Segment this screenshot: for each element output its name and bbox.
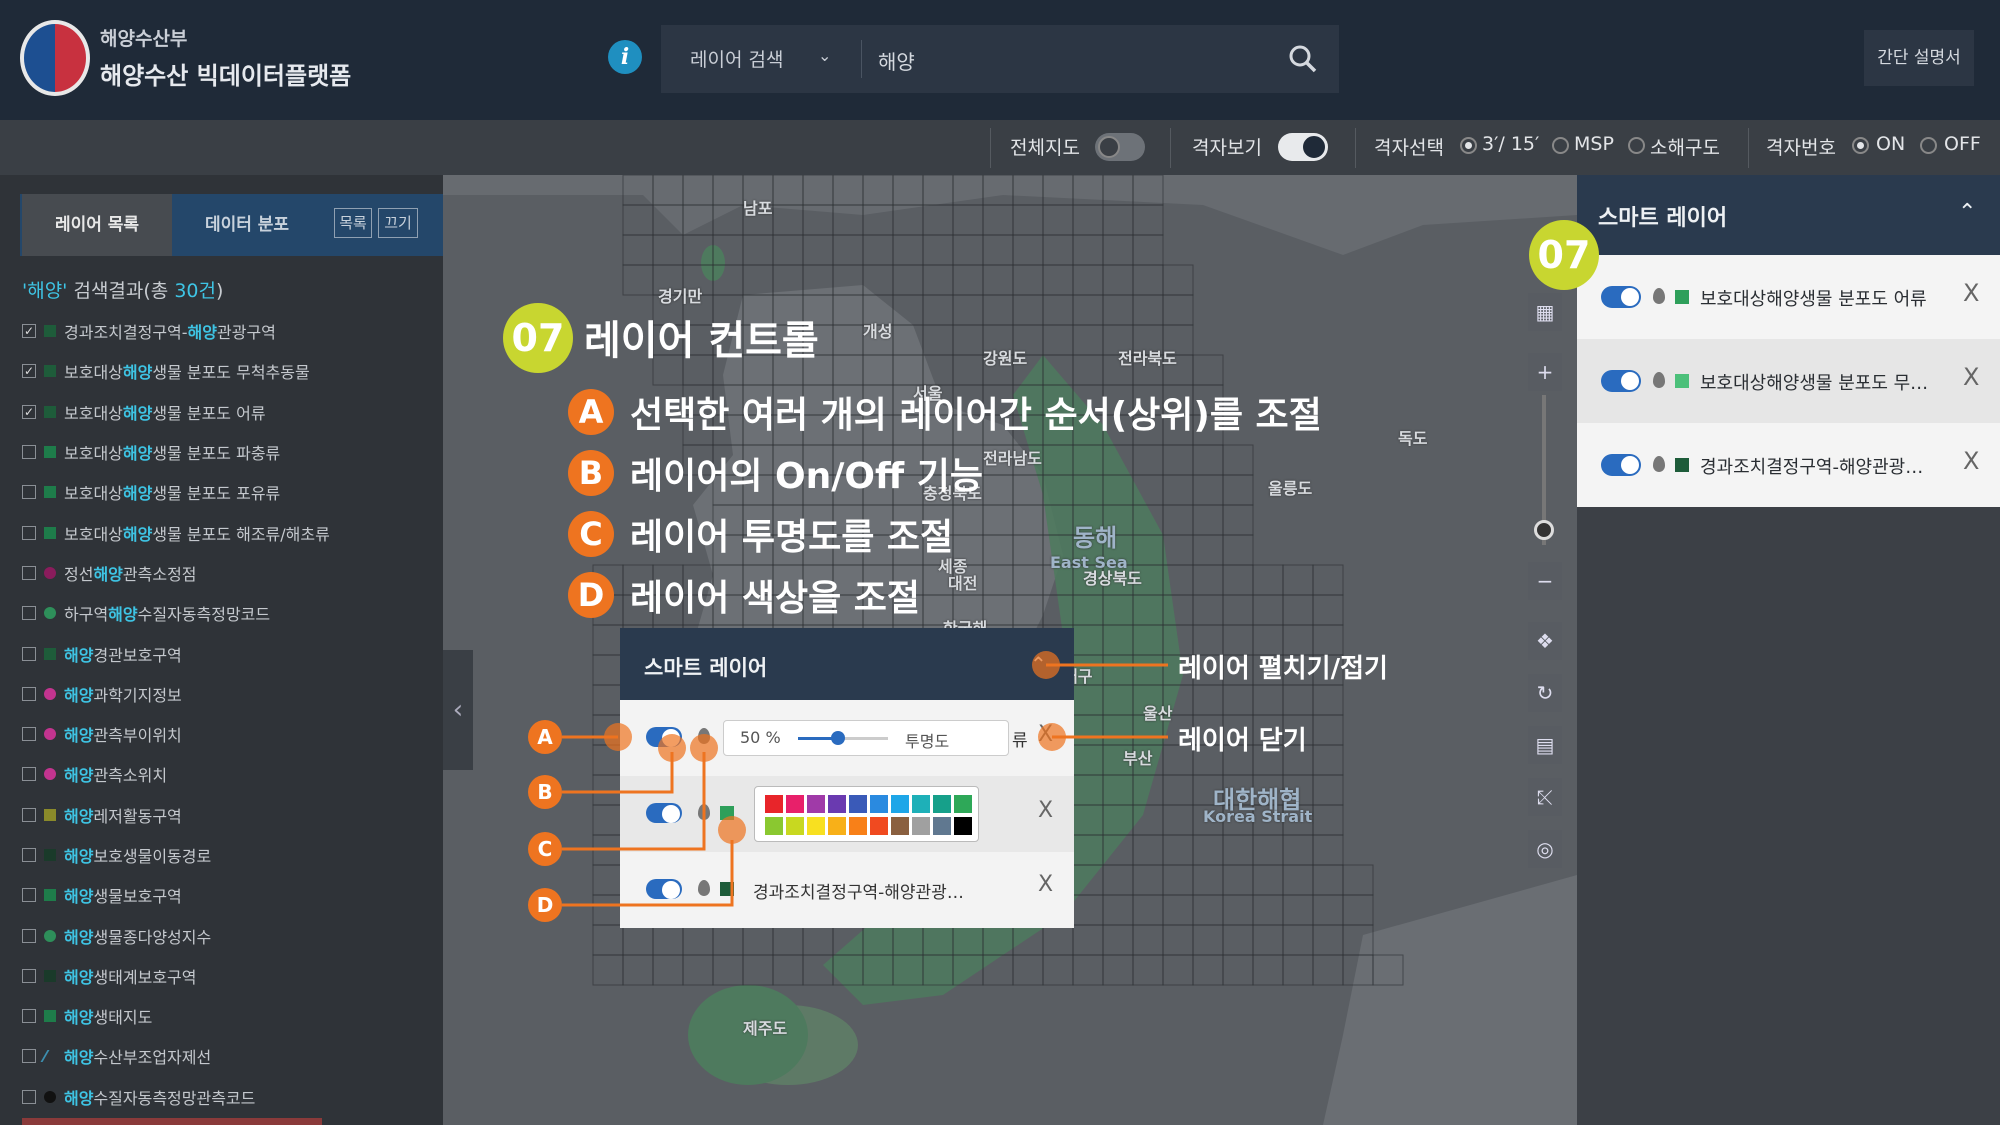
- callout-badge-c: C: [528, 832, 562, 866]
- callout-fold-label: 레이어 펼치기/접기: [1178, 654, 1388, 684]
- callout-badge-b: B: [528, 775, 562, 809]
- callout-badge-d: D: [528, 888, 562, 922]
- callout-badge-a: A: [528, 720, 562, 754]
- callout-lines: [562, 651, 1168, 907]
- callout-close-label: 레이어 닫기: [1178, 726, 1307, 756]
